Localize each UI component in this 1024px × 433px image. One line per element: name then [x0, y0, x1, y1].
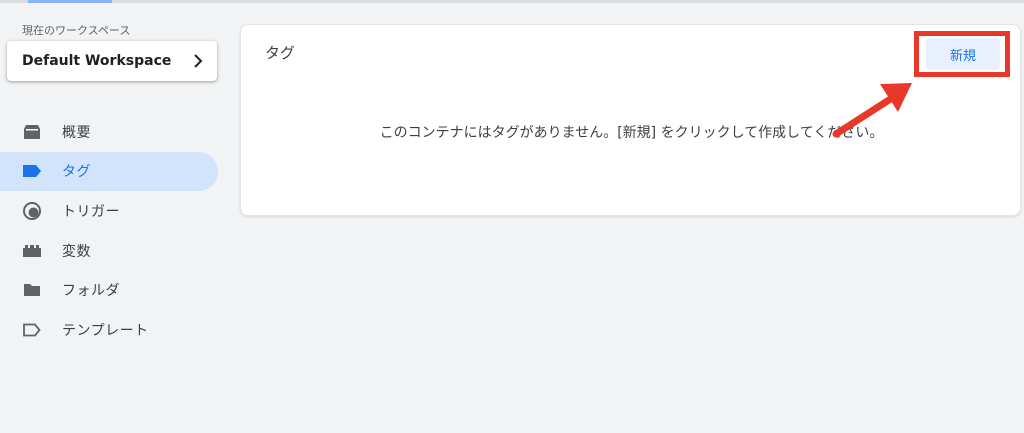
sidebar-item-label: テンプレート — [62, 322, 149, 339]
template-icon — [22, 320, 42, 340]
sidebar-item-label: 変数 — [62, 243, 91, 260]
top-bar-accent — [28, 0, 112, 3]
tag-icon — [22, 161, 42, 181]
workspace-name: Default Workspace — [22, 53, 172, 69]
variable-icon — [22, 241, 42, 261]
workspace-label: 現在のワークスペース — [22, 24, 131, 37]
folder-icon — [22, 280, 42, 300]
sidebar-item-label: フォルダ — [62, 283, 120, 300]
overview-icon — [22, 122, 42, 142]
sidebar-nav: 概要 タグ トリガー 変数 フォルダ テンプレート — [0, 112, 218, 350]
sidebar-item-tags[interactable]: タグ — [0, 151, 218, 192]
chevron-right-icon — [194, 54, 203, 68]
sidebar-item-triggers[interactable]: トリガー — [0, 191, 218, 231]
trigger-icon — [22, 201, 42, 221]
annotation-arrow-icon — [832, 83, 912, 138]
card-title: タグ — [265, 44, 296, 62]
sidebar-item-templates[interactable]: テンプレート — [0, 310, 218, 350]
sidebar-item-label: トリガー — [62, 203, 120, 220]
workspace-selector[interactable]: Default Workspace — [7, 41, 217, 81]
sidebar-item-overview[interactable]: 概要 — [0, 112, 218, 152]
sidebar-item-label: タグ — [62, 164, 91, 181]
sidebar-item-folders[interactable]: フォルダ — [0, 270, 218, 310]
sidebar-item-label: 概要 — [62, 124, 91, 141]
sidebar-item-variables[interactable]: 変数 — [0, 231, 218, 271]
top-bar — [0, 0, 1024, 3]
new-tag-button[interactable]: 新規 — [926, 38, 1000, 70]
